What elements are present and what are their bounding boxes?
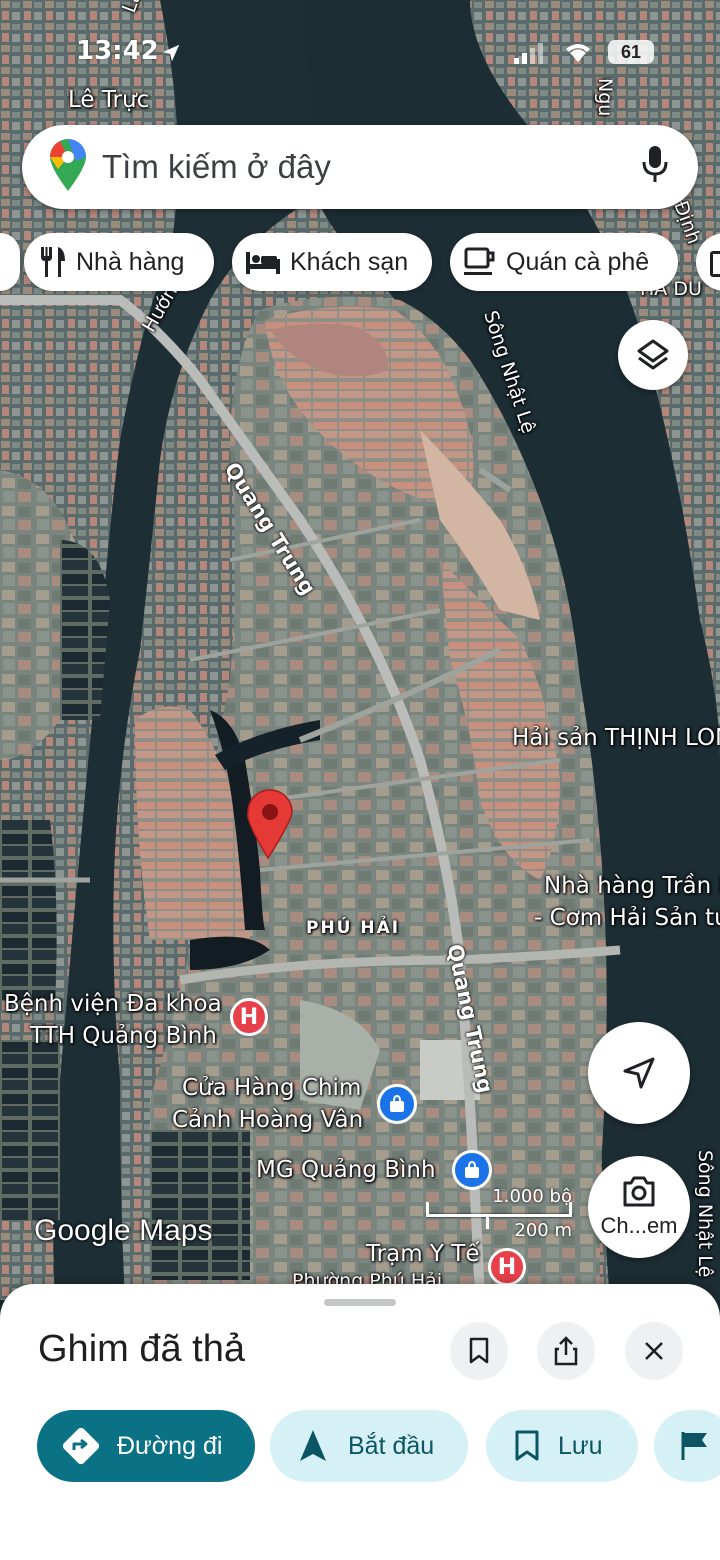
shopping-bag-icon[interactable] bbox=[377, 1084, 417, 1124]
battery-icon: 61 bbox=[608, 40, 654, 64]
poi-label[interactable]: Bệnh viện Đa khoa bbox=[4, 990, 222, 1019]
chip-hotels[interactable]: Khách sạn bbox=[232, 233, 432, 291]
map-label-area: PHÚ HẢI bbox=[306, 918, 401, 938]
poi-label[interactable]: Nhà hàng Trần H bbox=[544, 872, 720, 901]
chip-label: Quán cà phê bbox=[506, 247, 650, 276]
poi-label[interactable]: - Cơm Hải Sản tư bbox=[534, 904, 720, 933]
place-sheet[interactable]: Ghim đã thả Đường đi Bắt đầu Lưu bbox=[0, 1284, 720, 1560]
scale-imperial: 1.000 bộ bbox=[492, 1186, 572, 1207]
search-input[interactable]: Tìm kiếm ở đây bbox=[102, 148, 642, 186]
start-button[interactable]: Bắt đầu bbox=[270, 1410, 468, 1482]
close-icon bbox=[645, 1342, 663, 1360]
chip-label: Khách sạn bbox=[290, 247, 409, 276]
directions-button[interactable]: Đường đi bbox=[37, 1410, 255, 1482]
layers-button[interactable] bbox=[618, 320, 688, 390]
coffee-cup-icon bbox=[464, 247, 495, 275]
lens-button[interactable]: Ch...em bbox=[588, 1156, 690, 1258]
chip-cafes[interactable]: Quán cà phê bbox=[450, 233, 678, 291]
scale-bar: 1.000 bộ 200 m bbox=[426, 1186, 576, 1246]
poi-label[interactable]: Cửa Hàng Chim bbox=[182, 1074, 361, 1103]
poi-label[interactable]: Hải sản THỊNH LON bbox=[512, 724, 720, 753]
directions-icon bbox=[62, 1427, 100, 1465]
chip-restaurants[interactable]: Nhà hàng bbox=[24, 233, 214, 291]
battery-level: 61 bbox=[620, 41, 642, 62]
wifi-icon bbox=[562, 40, 594, 69]
start-label: Bắt đầu bbox=[348, 1431, 435, 1460]
my-location-button[interactable] bbox=[588, 1022, 690, 1124]
bed-icon bbox=[246, 252, 280, 274]
camera-search-icon bbox=[623, 1176, 655, 1207]
navigation-icon bbox=[300, 1430, 326, 1461]
share-icon bbox=[554, 1336, 578, 1366]
fork-knife-icon bbox=[41, 247, 65, 277]
poi-label[interactable]: TTH Quảng Bình bbox=[30, 1022, 217, 1051]
map-label-street: Lê Trực bbox=[68, 87, 150, 113]
save-label: Lưu bbox=[558, 1431, 603, 1460]
close-button[interactable] bbox=[625, 1322, 683, 1380]
bookmark-icon bbox=[469, 1337, 489, 1364]
share-button[interactable] bbox=[537, 1322, 595, 1380]
search-bar[interactable]: Tìm kiếm ở đây bbox=[22, 125, 698, 209]
hospital-icon[interactable]: H bbox=[230, 998, 268, 1036]
map-label-street: Ngu bbox=[594, 78, 616, 117]
location-arrow-icon bbox=[160, 42, 182, 69]
directions-label: Đường đi bbox=[117, 1431, 223, 1460]
google-maps-watermark: Google Maps bbox=[34, 1214, 213, 1247]
poi-label[interactable]: MG Quảng Bình bbox=[256, 1156, 436, 1185]
sheet-title: Ghim đã thả bbox=[38, 1328, 245, 1370]
sheet-drag-handle[interactable] bbox=[324, 1299, 396, 1306]
shopping-bag-icon[interactable] bbox=[452, 1150, 492, 1190]
chip-label: Nhà hàng bbox=[76, 247, 185, 276]
hospital-icon[interactable]: H bbox=[488, 1248, 526, 1286]
save-button[interactable]: Lưu bbox=[486, 1410, 638, 1482]
lens-label: Ch...em bbox=[600, 1213, 678, 1238]
save-bookmark-button[interactable] bbox=[450, 1322, 508, 1380]
bookmark-icon bbox=[515, 1430, 539, 1461]
more-action-button[interactable] bbox=[654, 1410, 720, 1482]
scale-metric: 200 m bbox=[514, 1220, 572, 1241]
layers-icon bbox=[637, 339, 669, 370]
signal-icon bbox=[514, 42, 544, 69]
map-label-river: Sông Nhật Lệ bbox=[694, 1150, 716, 1278]
flag-icon bbox=[681, 1432, 707, 1460]
status-time: 13:42 bbox=[76, 36, 159, 66]
poi-label[interactable]: Cảnh Hoàng Vân bbox=[172, 1106, 363, 1135]
microphone-icon[interactable] bbox=[642, 145, 668, 189]
google-maps-pin-icon bbox=[50, 138, 86, 196]
navigation-arrow-icon bbox=[623, 1057, 655, 1089]
